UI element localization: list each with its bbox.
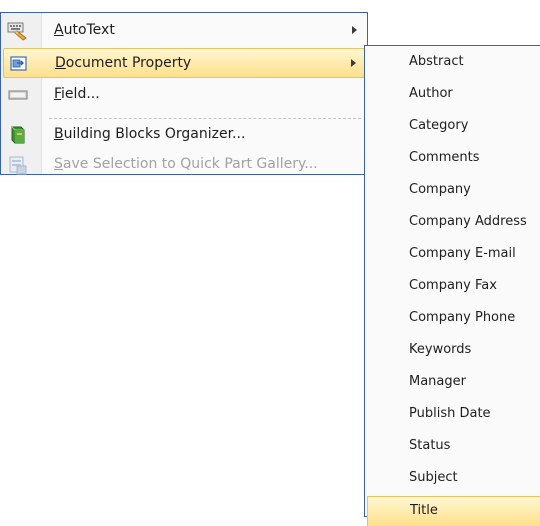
menu-item-building-blocks-organizer[interactable]: Building Blocks Organizer... [3, 120, 365, 150]
menu-item-document-property-accel: D [55, 55, 66, 71]
building-blocks-icon [7, 124, 29, 146]
menu-item-autotext-label: utoText [63, 22, 115, 38]
submenu-item-manager[interactable]: Manager [367, 368, 540, 398]
submenu-item-label: Company Fax [409, 278, 497, 293]
submenu-item-category[interactable]: Category [367, 112, 540, 142]
menu-item-field-label: ield... [61, 86, 100, 102]
submenu-item-label: Manager [409, 374, 466, 389]
menu-item-building-blocks-accel: B [54, 126, 64, 142]
submenu-item-title[interactable]: Title [367, 496, 540, 526]
menu-item-document-property-label: ocument Property [65, 55, 192, 71]
document-property-icon [8, 53, 30, 75]
submenu-item-company-email[interactable]: Company E-mail [367, 240, 540, 270]
submenu-item-label: Status [409, 438, 451, 453]
menu-item-field[interactable]: Field... [3, 80, 365, 110]
menu-separator [49, 118, 361, 119]
submenu-item-company-phone[interactable]: Company Phone [367, 304, 540, 334]
autotext-icon [7, 20, 29, 42]
submenu-item-label: Author [409, 86, 453, 101]
menu-item-autotext-accel: A [54, 22, 64, 38]
menu-item-building-blocks-label: uilding Blocks Organizer... [63, 126, 246, 142]
submenu-item-label: Company E-mail [409, 246, 516, 261]
submenu-item-company[interactable]: Company [367, 176, 540, 206]
submenu-item-label: Comments [409, 150, 480, 165]
menu-item-field-accel: F [54, 86, 62, 102]
submenu-item-label: Category [409, 118, 469, 133]
menu-item-save-selection-accel: S [54, 156, 63, 172]
submenu-item-abstract[interactable]: Abstract [367, 48, 540, 78]
menu-item-document-property[interactable]: Document Property [3, 48, 365, 78]
submenu-item-label: Keywords [409, 342, 472, 357]
field-icon [7, 84, 29, 106]
submenu-item-comments[interactable]: Comments [367, 144, 540, 174]
submenu-item-label: Company [409, 182, 471, 197]
submenu-item-label: Abstract [409, 54, 464, 69]
submenu-item-company-address[interactable]: Company Address [367, 208, 540, 238]
quick-parts-menu: AutoText Document Property Field... Buil… [0, 12, 368, 175]
menu-item-autotext[interactable]: AutoText [3, 16, 365, 46]
submenu-item-label: Publish Date [409, 406, 491, 421]
submenu-item-keywords[interactable]: Keywords [367, 336, 540, 366]
submenu-item-label: Title [410, 503, 438, 518]
submenu-item-label: Company Phone [409, 310, 516, 325]
save-selection-icon [7, 154, 29, 176]
menu-item-save-selection-label: ave Selection to Quick Part Gallery... [62, 156, 318, 172]
submenu-item-company-fax[interactable]: Company Fax [367, 272, 540, 302]
submenu-arrow-icon [351, 59, 356, 67]
submenu-arrow-icon [352, 26, 357, 34]
submenu-item-subject[interactable]: Subject [367, 464, 540, 494]
submenu-item-author[interactable]: Author [367, 80, 540, 110]
submenu-item-label: Subject [409, 470, 458, 485]
submenu-item-publish-date[interactable]: Publish Date [367, 400, 540, 430]
submenu-item-status[interactable]: Status [367, 432, 540, 462]
menu-item-save-selection: Save Selection to Quick Part Gallery... [3, 150, 365, 180]
document-property-submenu: Abstract Author Category Comments Compan… [364, 45, 540, 526]
submenu-item-label: Company Address [409, 214, 527, 229]
